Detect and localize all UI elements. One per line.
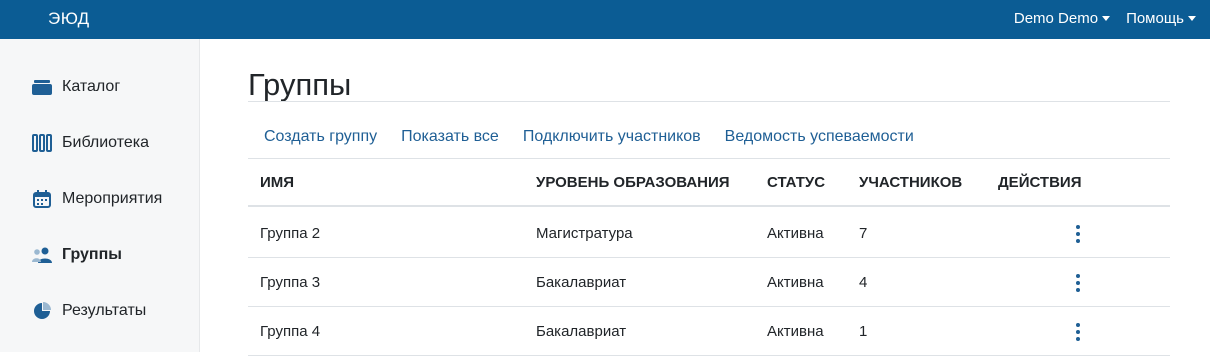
action-links: Создать группу Показать все Подключить у… xyxy=(264,128,914,146)
top-navbar: ЭЮД Demo Demo Помощь xyxy=(0,0,1210,39)
help-menu-dropdown[interactable]: Помощь xyxy=(1126,10,1196,27)
help-menu-label: Помощь xyxy=(1126,10,1184,27)
cell-participants: 4 xyxy=(859,274,868,291)
table-row: Группа 2 Магистратура Активна 7 xyxy=(248,209,1170,258)
caret-down-icon xyxy=(1102,16,1111,21)
column-header-participants[interactable]: УЧАСТНИКОВ xyxy=(859,174,962,191)
table-row: Группа 4 Бакалавриат Активна 1 xyxy=(248,307,1170,356)
calendar-icon xyxy=(32,189,52,209)
column-header-status[interactable]: СТАТУС xyxy=(767,174,825,191)
column-header-education-level[interactable]: УРОВЕНЬ ОБРАЗОВАНИЯ xyxy=(536,174,730,191)
sidebar-item-label: Мероприятия xyxy=(62,190,163,207)
page-title: Группы xyxy=(248,67,352,102)
table-header: ИМЯ УРОВЕНЬ ОБРАЗОВАНИЯ СТАТУС УЧАСТНИКО… xyxy=(248,159,1170,207)
users-icon xyxy=(32,245,52,265)
cell-status: Активна xyxy=(767,225,824,242)
show-all-link[interactable]: Показать все xyxy=(401,128,499,146)
sidebar-item-label: Результаты xyxy=(62,302,147,319)
cell-status: Активна xyxy=(767,323,824,340)
cell-participants: 7 xyxy=(859,225,868,242)
connect-participants-link[interactable]: Подключить участников xyxy=(523,128,701,146)
sidebar-item-groups[interactable]: Группы xyxy=(32,243,122,267)
cell-education-level: Бакалавриат xyxy=(536,323,627,340)
caret-down-icon xyxy=(1188,16,1196,21)
row-actions-menu-icon[interactable] xyxy=(1071,322,1085,342)
library-icon xyxy=(32,133,52,153)
cell-name: Группа 3 xyxy=(260,274,321,291)
row-actions-menu-icon[interactable] xyxy=(1071,273,1085,293)
app-logo[interactable]: ЭЮД xyxy=(48,9,90,29)
table-row: Группа 3 Бакалавриат Активна 4 xyxy=(248,258,1170,307)
cell-name: Группа 2 xyxy=(260,225,321,242)
divider xyxy=(248,101,1170,102)
sidebar-item-events[interactable]: Мероприятия xyxy=(32,187,162,211)
create-group-link[interactable]: Создать группу xyxy=(264,128,377,146)
sidebar-item-label: Группы xyxy=(62,246,122,263)
cell-participants: 1 xyxy=(859,323,868,340)
grade-report-link[interactable]: Ведомость успеваемости xyxy=(725,128,914,146)
sidebar-item-label: Каталог xyxy=(62,78,121,95)
sidebar-item-catalog[interactable]: Каталог xyxy=(32,75,120,99)
cell-education-level: Магистратура xyxy=(536,225,633,242)
sidebar: Каталог Библиотека Мероприятия Группы Ре… xyxy=(0,39,200,352)
sidebar-item-results[interactable]: Результаты xyxy=(32,299,146,323)
top-nav: Demo Demo Помощь xyxy=(1014,10,1196,27)
sidebar-item-label: Библиотека xyxy=(62,134,149,151)
column-header-name[interactable]: ИМЯ xyxy=(260,174,294,191)
catalog-icon xyxy=(32,77,52,97)
sidebar-item-library[interactable]: Библиотека xyxy=(32,131,149,155)
row-actions-menu-icon[interactable] xyxy=(1071,224,1085,244)
user-menu-dropdown[interactable]: Demo Demo xyxy=(1013,10,1111,27)
cell-status: Активна xyxy=(767,274,824,291)
cell-name: Группа 4 xyxy=(260,323,321,340)
column-header-actions: ДЕЙСТВИЯ xyxy=(998,174,1082,191)
cell-education-level: Бакалавриат xyxy=(536,274,627,291)
pie-chart-icon xyxy=(32,301,52,321)
user-menu-label: Demo Demo xyxy=(1013,10,1099,27)
